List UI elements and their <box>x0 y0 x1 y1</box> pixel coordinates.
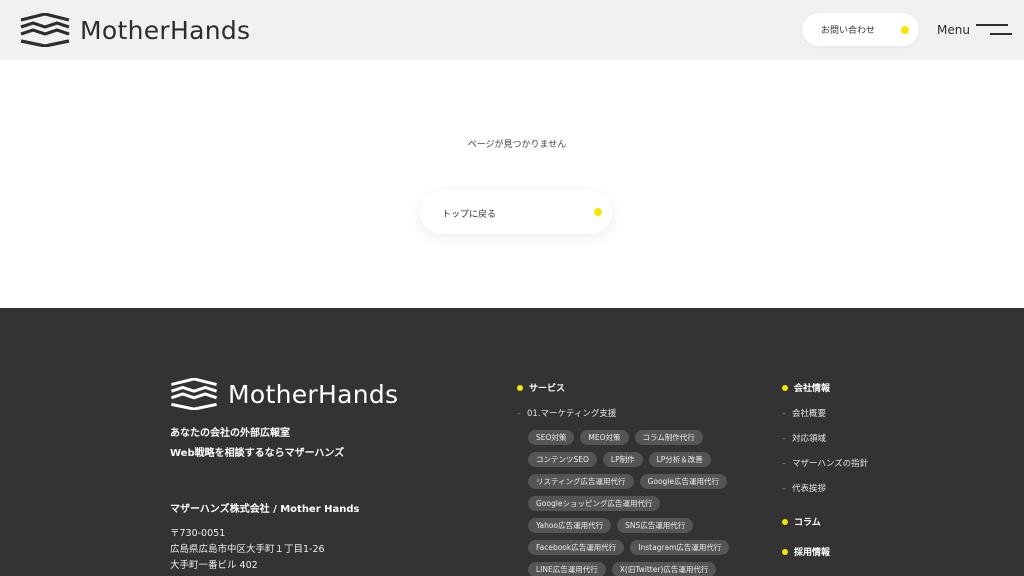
company-link-label: 会社概要 <box>792 409 827 419</box>
site-footer: MotherHands あなたの会社の外部広報室 Web戦略を相談するならマザー… <box>0 308 1024 576</box>
service-tags: SEO対策 MEO対策 コラム制作代行 コンテンツSEO LP制作 LP分析＆改善 リスティ… <box>528 430 730 576</box>
back-to-top-button[interactable]: トップに戻る <box>420 190 612 234</box>
logo-mark-icon <box>20 13 70 47</box>
service-tag[interactable]: コンテンツSEO <box>528 452 597 467</box>
dot-icon <box>594 208 602 216</box>
contact-button-label: お問い合わせ <box>821 26 876 36</box>
services-heading[interactable]: サービス <box>517 381 565 394</box>
services-heading-label: サービス <box>529 384 566 394</box>
company-link-domain[interactable]: – 対応領域 <box>782 432 827 445</box>
tag-row: SEO対策 MEO対策 コラム制作代行 <box>528 430 728 445</box>
column-heading[interactable]: コラム <box>782 515 821 528</box>
company-link-label: 代表挨拶 <box>792 484 827 494</box>
address-line-2: 大手町一番ビル 402 <box>170 560 258 571</box>
dot-icon <box>782 548 788 555</box>
service-tag[interactable]: Facebook広告運用代行 <box>528 540 625 555</box>
company-link-overview[interactable]: – 会社概要 <box>782 407 827 420</box>
service-tag[interactable]: コラム制作代行 <box>634 430 703 445</box>
company-name: マザーハンズ株式会社 / Mother Hands <box>170 504 360 515</box>
company-link-policy[interactable]: – マザーハンズの指針 <box>782 457 869 470</box>
service-tag[interactable]: Yahoo広告運用代行 <box>528 518 612 533</box>
service-tag[interactable]: LP制作 <box>602 452 643 467</box>
service-tag[interactable]: SNS広告運用代行 <box>617 518 694 533</box>
company-link-greeting[interactable]: – 代表挨拶 <box>782 482 827 495</box>
service-tag[interactable]: Google広告運用代行 <box>639 474 728 489</box>
service-tag[interactable]: LINE広告運用代行 <box>528 562 606 576</box>
footer-logo-text: MotherHands <box>228 379 399 409</box>
service-tag[interactable]: MEO対策 <box>580 430 629 445</box>
service-tag[interactable]: SEO対策 <box>528 430 575 445</box>
arrow-icon: – <box>782 433 786 443</box>
marketing-link[interactable]: – 01.マーケティング支援 <box>517 407 617 420</box>
menu-icon[interactable] <box>976 24 1012 36</box>
tag-row: コンテンツSEO LP制作 LP分析＆改善 <box>528 452 728 467</box>
service-tag[interactable]: リスティング広告運用代行 <box>528 474 634 489</box>
tag-row: LINE広告運用代行 X(旧Twitter)広告運用代行 <box>528 562 728 576</box>
footer-tagline-2: Web戦略を相談するならマザーハンズ <box>170 448 345 459</box>
column-heading-label: コラム <box>794 518 821 528</box>
arrow-icon: – <box>782 483 786 493</box>
tag-row: リスティング広告運用代行 Google広告運用代行 <box>528 474 728 489</box>
site-header: MotherHands お問い合わせ Menu <box>0 0 1024 60</box>
header-logo[interactable]: MotherHands <box>20 13 250 47</box>
logo-mark-icon <box>170 378 218 410</box>
company-heading[interactable]: 会社情報 <box>782 381 830 394</box>
dot-icon <box>782 518 788 525</box>
address-line-1: 広島県広島市中区大手町１丁目1-26 <box>170 544 325 555</box>
logo-text: MotherHands <box>80 15 251 45</box>
recruit-heading[interactable]: 採用情報 <box>782 545 830 558</box>
marketing-link-label: 01.マーケティング支援 <box>527 409 617 419</box>
arrow-icon: – <box>517 408 521 418</box>
tag-row: Yahoo広告運用代行 SNS広告運用代行 <box>528 518 728 533</box>
dot-icon <box>782 384 788 391</box>
dot-icon <box>901 26 909 34</box>
company-link-label: マザーハンズの指針 <box>792 459 869 469</box>
arrow-icon: – <box>782 408 786 418</box>
service-tag[interactable]: X(旧Twitter)広告運用代行 <box>611 562 717 576</box>
contact-button[interactable]: お問い合わせ <box>802 13 919 46</box>
tag-row: Googleショッピング広告運用代行 <box>528 496 728 511</box>
not-found-message: ページが見つかりません <box>467 140 567 150</box>
company-heading-label: 会社情報 <box>794 384 831 394</box>
footer-tagline-1: あなたの会社の外部広報室 <box>170 428 290 439</box>
menu-label[interactable]: Menu <box>937 23 970 37</box>
footer-logo[interactable]: MotherHands <box>170 378 398 410</box>
arrow-icon: – <box>782 458 786 468</box>
service-tag[interactable]: LP分析＆改善 <box>648 452 711 467</box>
service-tag[interactable]: Instagram広告運用代行 <box>630 540 730 555</box>
service-tag[interactable]: Googleショッピング広告運用代行 <box>528 496 661 511</box>
tag-row: Facebook広告運用代行 Instagram広告運用代行 <box>528 540 730 555</box>
dot-icon <box>517 384 523 391</box>
back-button-label: トップに戻る <box>442 210 497 220</box>
postal-code: 〒730-0051 <box>170 528 226 539</box>
company-link-label: 対応領域 <box>792 434 827 444</box>
recruit-heading-label: 採用情報 <box>794 548 831 558</box>
